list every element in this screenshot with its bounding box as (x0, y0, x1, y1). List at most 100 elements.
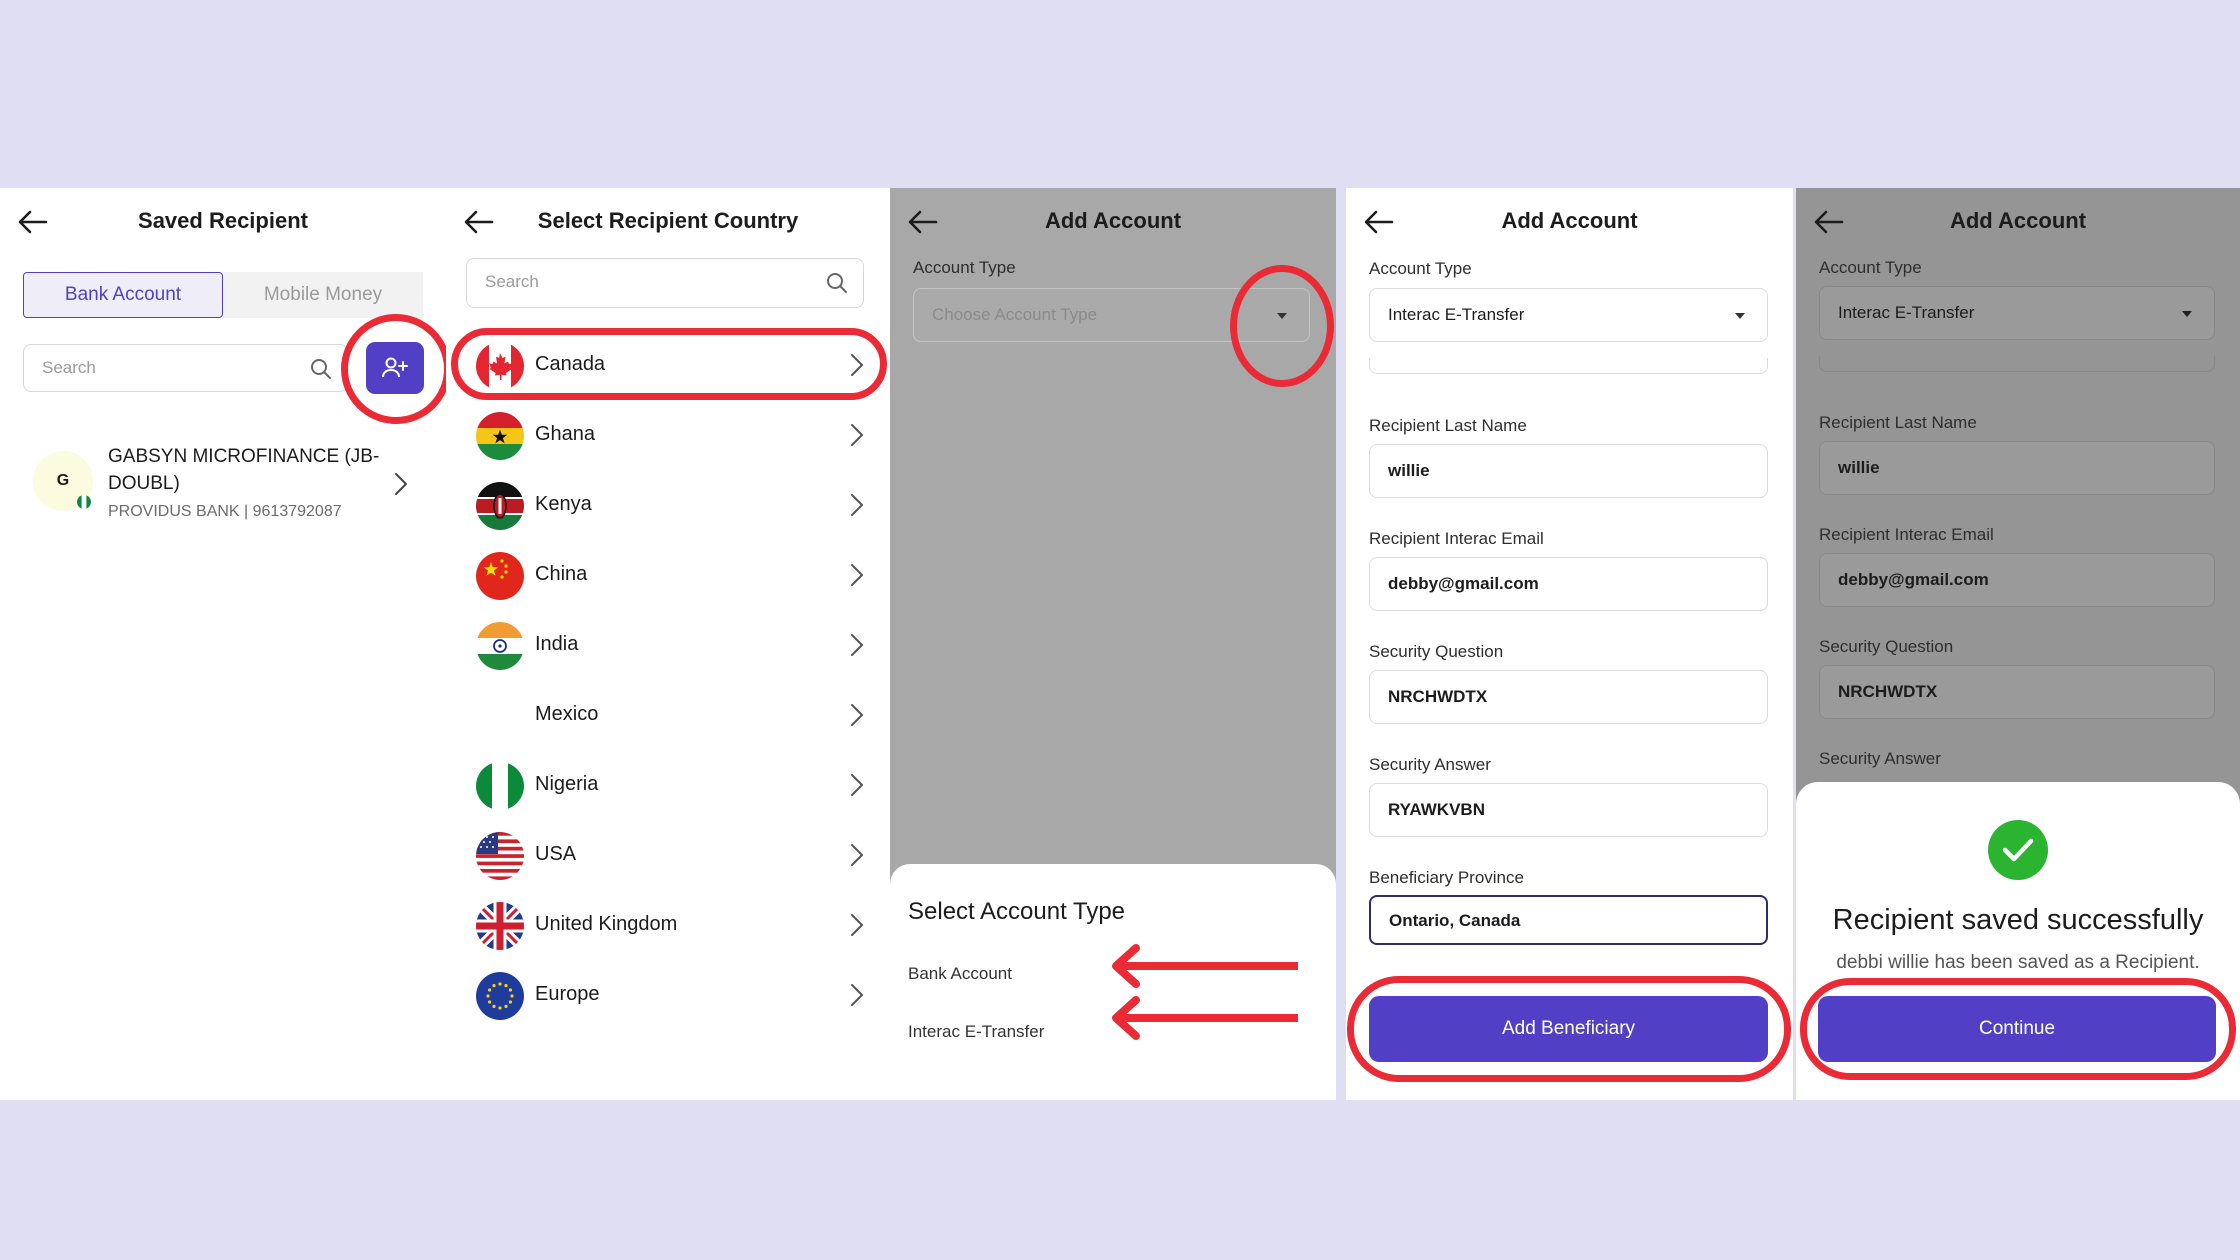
success-check-icon (1988, 820, 2048, 880)
last-name-label: Recipient Last Name (1819, 413, 1977, 432)
security-question-label: Security Question (1369, 642, 1504, 661)
email-input[interactable]: debby@gmail.com (1819, 553, 2215, 607)
caret-down-icon (1735, 313, 1745, 319)
usa-flag-icon (476, 832, 524, 880)
chevron-right-icon (851, 564, 863, 586)
security-answer-label: Security Answer (1819, 749, 1941, 768)
chevron-right-icon (851, 494, 863, 516)
email-label: Recipient Interac Email (1819, 525, 1994, 544)
scrolled-field (1819, 356, 2215, 372)
add-recipient-button[interactable] (366, 342, 424, 394)
search-icon[interactable] (309, 357, 333, 381)
account-type-label: Account Type (1369, 259, 1472, 278)
chevron-right-icon (851, 424, 863, 446)
province-input[interactable]: Ontario, Canada (1369, 895, 1768, 945)
sheet-title: Select Account Type (908, 898, 1126, 925)
search-icon[interactable] (825, 271, 849, 295)
continue-button[interactable]: Continue (1818, 996, 2216, 1062)
email-label: Recipient Interac Email (1369, 529, 1544, 548)
country-item-ghana[interactable]: Ghana (446, 401, 890, 471)
select-country-screen: Select Recipient Country Canada Ghana Ke… (446, 188, 890, 1100)
option-bank-account[interactable]: Bank Account (908, 964, 1012, 984)
account-type-select[interactable]: Interac E-Transfer (1819, 286, 2215, 340)
header: Saved Recipient (0, 188, 446, 254)
account-type-label: Account Type (913, 258, 1016, 277)
country-name: Nigeria (535, 773, 599, 795)
success-modal: Recipient saved successfully debbi willi… (1796, 782, 2240, 1100)
security-question-input[interactable]: NRCHWDTX (1819, 665, 2215, 719)
chevron-right-icon (851, 774, 863, 796)
chevron-right-icon (851, 844, 863, 866)
tab-mobile-money[interactable]: Mobile Money (223, 272, 423, 318)
select-value: Interac E-Transfer (1388, 305, 1525, 324)
country-item-europe[interactable]: Europe (446, 961, 890, 1031)
account-type-select[interactable]: Interac E-Transfer (1369, 288, 1768, 342)
country-name: United Kingdom (535, 913, 678, 935)
caret-down-icon (2182, 311, 2192, 317)
country-name: Canada (535, 353, 606, 375)
page-title: Saved Recipient (138, 208, 308, 233)
search-input[interactable] (40, 357, 271, 379)
country-item-china[interactable]: China (446, 541, 890, 611)
security-question-label: Security Question (1819, 637, 1954, 656)
recipient-name: GABSYN MICROFINANCE (JB- DOUBL) (108, 446, 380, 494)
page-title: Add Account (1949, 208, 2087, 233)
ghana-flag-icon (476, 412, 524, 460)
india-flag-icon (476, 622, 524, 670)
chevron-right-icon (395, 473, 407, 495)
select-placeholder: Choose Account Type (932, 305, 1098, 324)
province-label: Beneficiary Province (1369, 868, 1524, 887)
country-name: China (535, 563, 588, 585)
country-name: Kenya (535, 493, 592, 515)
security-answer-input[interactable]: RYAWKVBN (1369, 783, 1768, 837)
last-name-label: Recipient Last Name (1369, 416, 1527, 435)
scrolled-field (1369, 358, 1768, 374)
security-question-input[interactable]: NRCHWDTX (1369, 670, 1768, 724)
country-item-usa[interactable]: USA (446, 821, 890, 891)
chevron-right-icon (851, 914, 863, 936)
country-item-india[interactable]: India (446, 611, 890, 681)
option-interac-e-transfer[interactable]: Interac E-Transfer (908, 1022, 1044, 1042)
eu-flag-icon (476, 972, 524, 1020)
country-name: Europe (535, 983, 600, 1005)
canada-flag-icon (476, 342, 524, 390)
modal-message: debbi willie has been saved as a Recipie… (1836, 952, 2200, 973)
chevron-right-icon (851, 354, 863, 376)
search-box (23, 344, 348, 392)
last-name-input[interactable]: willie (1819, 441, 2215, 495)
last-name-input[interactable]: willie (1369, 444, 1768, 498)
uk-flag-icon (476, 902, 524, 950)
country-item-kenya[interactable]: Kenya (446, 471, 890, 541)
country-name: Mexico (535, 703, 599, 725)
country-name: USA (535, 843, 577, 865)
recipient-list-item[interactable]: G GABSYN MICROFINANCE (JB- DOUBL) PROVID… (33, 443, 433, 523)
search-box (466, 258, 864, 308)
country-item-united-kingdom[interactable]: United Kingdom (446, 891, 890, 961)
country-item-mexico[interactable]: Mexico (446, 681, 890, 751)
header: Add Account (1346, 188, 1793, 254)
modal-title: Recipient saved successfully (1832, 904, 2204, 936)
chevron-right-icon (851, 634, 863, 656)
add-beneficiary-button[interactable]: Add Beneficiary (1369, 996, 1768, 1062)
security-answer-label: Security Answer (1369, 755, 1491, 774)
tab-bank-account[interactable]: Bank Account (23, 272, 223, 318)
add-user-icon (382, 357, 408, 378)
country-item-nigeria[interactable]: Nigeria (446, 751, 890, 821)
chevron-right-icon (851, 704, 863, 726)
country-item-canada[interactable]: Canada (446, 331, 890, 401)
search-input[interactable] (483, 271, 765, 293)
page-title: Add Account (1501, 208, 1638, 233)
account-type-select[interactable]: Choose Account Type (913, 288, 1310, 342)
saved-recipient-screen: Saved Recipient Bank Account Mobile Mone… (0, 188, 446, 1100)
bottom-sheet: Select Account Type Bank Account Interac… (890, 864, 1336, 1100)
header: Add Account (890, 188, 1336, 254)
china-flag-icon (476, 552, 524, 600)
recipient-details: PROVIDUS BANK | 9613792087 (108, 503, 342, 520)
account-type-picker-screen: Add Account Account Type Choose Account … (890, 188, 1336, 1100)
chevron-right-icon (851, 984, 863, 1006)
caret-down-icon (1277, 313, 1287, 319)
nigeria-flag-icon (77, 495, 91, 509)
add-account-form-screen: Add Account Account Type Interac E-Trans… (1346, 188, 1793, 1100)
email-input[interactable]: debby@gmail.com (1369, 557, 1768, 611)
nigeria-flag-icon (476, 762, 524, 810)
